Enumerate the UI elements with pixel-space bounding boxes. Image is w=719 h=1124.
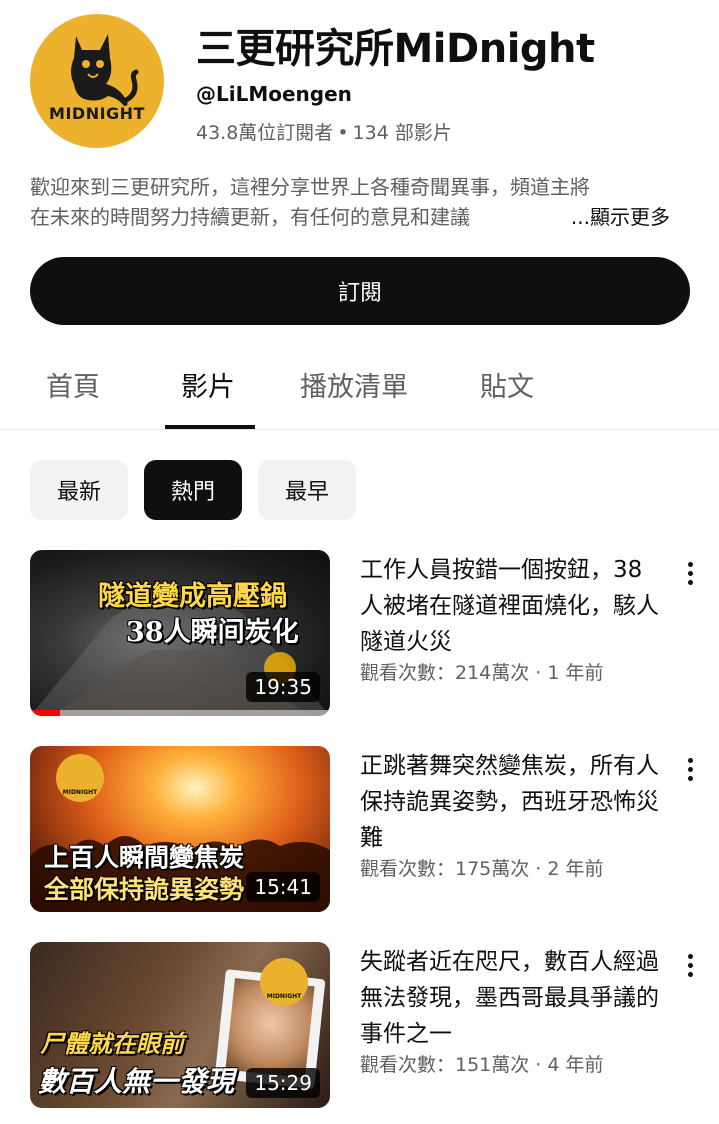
chip-latest[interactable]: 最新 <box>30 460 128 520</box>
description-line-2-wrap: 在未來的時間努力持續更新，有任何的意見和建議 ...顯示更多 <box>30 202 690 232</box>
thumbnail-channel-logo: MIDNIGHT <box>260 958 308 1006</box>
channel-header: MIDNIGHT 三更研究所MiDnight @LiLMoengen 43.8萬… <box>0 0 719 240</box>
thumbnail-caption-bottom: 全部保持詭異姿勢 <box>44 875 245 904</box>
video-thumbnail[interactable]: MIDNIGHT 尸體就在眼前 數百人無一發現 15:29 <box>30 942 330 1108</box>
watch-progress-track <box>30 710 330 716</box>
more-options-icon[interactable] <box>676 752 704 786</box>
channel-tabs: 首頁 影片 播放清單 貼文 <box>0 345 719 430</box>
video-item[interactable]: MIDNIGHT 上百人瞬間變焦炭 全部保持詭異姿勢 15:41 正跳著舞突然變… <box>0 746 719 916</box>
thumbnail-caption-top: 上百人瞬間變焦炭 <box>44 843 245 872</box>
cat-logo-icon <box>71 34 139 106</box>
video-count: 134 部影片 <box>352 122 452 144</box>
video-duration: 15:41 <box>246 872 320 902</box>
video-meta: 觀看次數：175萬次 · 2 年前 <box>360 858 604 880</box>
channel-stats: 43.8萬位訂閱者 • 134 部影片 <box>196 118 452 145</box>
channel-avatar[interactable]: MIDNIGHT <box>30 14 164 148</box>
video-duration: 19:35 <box>246 672 320 702</box>
video-item[interactable]: MIDNIGHT 尸體就在眼前 數百人無一發現 15:29 失蹤者近在咫尺，數百… <box>0 942 719 1112</box>
more-options-icon[interactable] <box>676 948 704 982</box>
thumbnail-logo-text: MIDNIGHT <box>62 789 98 796</box>
thumbnail-logo-text: MIDNIGHT <box>266 993 302 1000</box>
tab-home[interactable]: 首頁 <box>46 365 100 404</box>
thumbnail-caption-bottom: 數百人無一發現 <box>38 1065 235 1098</box>
video-title[interactable]: 工作人員按錯一個按鈕，38人被堵在隧道裡面燒化，駭人隧道火災 <box>360 552 660 660</box>
video-meta: 觀看次數：151萬次 · 4 年前 <box>360 1054 604 1076</box>
subscribe-button[interactable]: 訂閱 <box>30 257 690 325</box>
thumbnail-caption-top: 隧道變成高壓鍋 <box>98 581 287 612</box>
channel-name: 三更研究所MiDnight <box>196 26 595 72</box>
tab-videos[interactable]: 影片 <box>181 365 235 404</box>
show-more-link[interactable]: ...顯示更多 <box>566 202 670 232</box>
chip-oldest[interactable]: 最早 <box>258 460 356 520</box>
stats-separator: • <box>337 122 349 144</box>
description-line-2: 在未來的時間努力持續更新，有任何的意見和建議 <box>30 205 470 229</box>
subscriber-count: 43.8萬位訂閱者 <box>196 122 334 144</box>
thumbnail-channel-logo: MIDNIGHT <box>56 754 104 802</box>
channel-logo-text: MIDNIGHT <box>49 104 145 123</box>
description-line-1: 歡迎來到三更研究所，這裡分享世界上各種奇聞異事，頻道主將 <box>30 175 590 199</box>
video-title[interactable]: 失蹤者近在咫尺，數百人經過無法發現，墨西哥最具爭議的事件之一 <box>360 944 660 1052</box>
tab-playlists[interactable]: 播放清單 <box>300 365 408 404</box>
video-item[interactable]: 隧道變成高壓鍋 38人瞬间炭化 19:35 工作人員按錯一個按鈕，38人被堵在隧… <box>0 550 719 720</box>
more-options-icon[interactable] <box>676 556 704 590</box>
video-meta: 觀看次數：214萬次 · 1 年前 <box>360 662 604 684</box>
video-thumbnail[interactable]: MIDNIGHT 上百人瞬間變焦炭 全部保持詭異姿勢 15:41 <box>30 746 330 912</box>
video-thumbnail[interactable]: 隧道變成高壓鍋 38人瞬间炭化 19:35 <box>30 550 330 716</box>
chip-popular[interactable]: 熱門 <box>144 460 242 520</box>
active-tab-indicator <box>165 425 255 429</box>
channel-description[interactable]: 歡迎來到三更研究所，這裡分享世界上各種奇聞異事，頻道主將 在未來的時間努力持續更… <box>30 172 690 232</box>
video-title[interactable]: 正跳著舞突然變焦炭，所有人保持詭異姿勢，西班牙恐怖災難 <box>360 748 660 856</box>
thumbnail-caption-bottom: 38人瞬间炭化 <box>126 617 299 648</box>
description-fade <box>528 202 568 232</box>
video-duration: 15:29 <box>246 1068 320 1098</box>
tab-posts[interactable]: 貼文 <box>480 365 534 404</box>
channel-handle: @LiLMoengen <box>196 82 352 106</box>
watch-progress-bar <box>30 710 60 716</box>
thumbnail-caption-top: 尸體就在眼前 <box>40 1029 184 1058</box>
